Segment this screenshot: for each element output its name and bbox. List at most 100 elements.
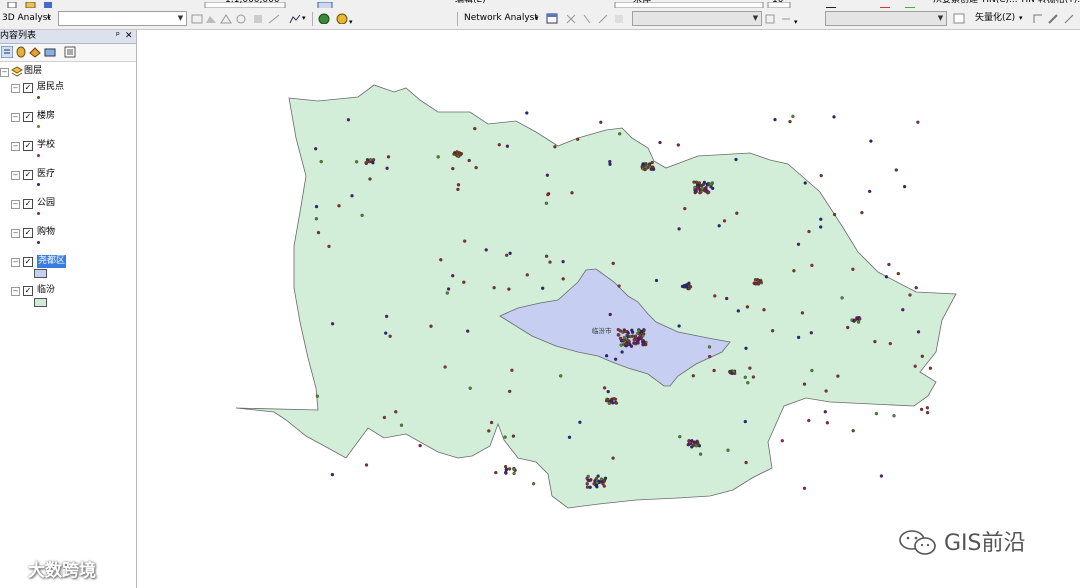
- layer-name[interactable]: 医疗: [37, 168, 55, 181]
- poi-point[interactable]: [544, 254, 549, 258]
- poi-point[interactable]: [531, 482, 536, 486]
- poi-point[interactable]: [832, 212, 837, 217]
- poi-point[interactable]: [916, 120, 920, 124]
- poi-point[interactable]: [559, 374, 563, 378]
- poi-point[interactable]: [622, 329, 627, 334]
- collapse-toggle-icon[interactable]: −: [11, 200, 20, 209]
- poi-point[interactable]: [505, 144, 510, 148]
- poi-point[interactable]: [635, 340, 639, 345]
- poi-point[interactable]: [756, 282, 761, 286]
- layer-visibility-checkbox[interactable]: ✓: [23, 112, 33, 122]
- poi-point[interactable]: [700, 183, 704, 188]
- collapse-toggle-icon[interactable]: −: [0, 68, 9, 77]
- poi-point[interactable]: [677, 324, 681, 328]
- poi-point[interactable]: [641, 162, 645, 167]
- poi-point[interactable]: [354, 160, 359, 164]
- layer-row[interactable]: − ✓ 临汾: [0, 284, 135, 297]
- poi-point[interactable]: [618, 132, 622, 136]
- poi-point[interactable]: [384, 314, 389, 319]
- poi-point[interactable]: [654, 278, 659, 283]
- layer-visibility-checkbox[interactable]: ✓: [23, 170, 33, 180]
- poi-point[interactable]: [902, 184, 907, 189]
- layer-name[interactable]: 居民点: [37, 81, 64, 94]
- poi-point[interactable]: [888, 341, 892, 346]
- vectorize-window-icon[interactable]: [953, 13, 965, 24]
- poi-point[interactable]: [791, 114, 795, 119]
- poi-point[interactable]: [436, 155, 440, 159]
- poi-point[interactable]: [599, 120, 603, 124]
- poi-point[interactable]: [588, 485, 592, 489]
- poi-point[interactable]: [734, 157, 738, 162]
- poi-point[interactable]: [541, 286, 545, 290]
- poi-point[interactable]: [595, 485, 599, 489]
- network-solve-icon[interactable]: [597, 13, 609, 24]
- layer-name[interactable]: 临汾: [37, 284, 55, 297]
- poi-point[interactable]: [474, 165, 478, 170]
- poi-point[interactable]: [418, 443, 422, 448]
- tin-raster-label[interactable]: TIN 转栅格(T)...: [1020, 0, 1080, 8]
- poi-point[interactable]: [624, 342, 628, 346]
- poi-point[interactable]: [544, 201, 549, 205]
- poi-point[interactable]: [613, 357, 618, 361]
- poi-point[interactable]: [698, 191, 702, 195]
- poi-point[interactable]: [823, 410, 827, 414]
- edit-menu-partial[interactable]: 编辑(E): [455, 0, 486, 8]
- poi-point[interactable]: [796, 242, 801, 246]
- poi-point[interactable]: [382, 415, 387, 420]
- poi-point[interactable]: [632, 338, 636, 342]
- poi-point[interactable]: [368, 177, 372, 181]
- poi-point[interactable]: [614, 401, 619, 405]
- poi-point[interactable]: [364, 161, 368, 165]
- poi-point[interactable]: [887, 262, 891, 267]
- poi-point[interactable]: [753, 278, 758, 282]
- poi-point[interactable]: [525, 273, 529, 277]
- poi-point[interactable]: [874, 411, 879, 416]
- poi-point[interactable]: [512, 467, 516, 472]
- poi-point[interactable]: [616, 333, 620, 337]
- vectorize-dropdown-icon[interactable]: ▾: [1019, 11, 1023, 26]
- poi-point[interactable]: [364, 463, 369, 467]
- poi-point[interactable]: [594, 477, 598, 481]
- poi-point[interactable]: [585, 482, 589, 486]
- collapse-toggle-icon[interactable]: −: [11, 113, 20, 122]
- poi-point[interactable]: [618, 336, 623, 341]
- poi-point[interactable]: [708, 354, 712, 359]
- poi-point[interactable]: [743, 419, 747, 424]
- poi-point[interactable]: [585, 485, 590, 489]
- network-directions-icon[interactable]: [780, 13, 792, 24]
- map-view[interactable]: 临汾市: [138, 30, 1080, 588]
- poi-point[interactable]: [744, 346, 748, 350]
- poi-point[interactable]: [914, 286, 918, 290]
- layer-visibility-checkbox[interactable]: ✓: [23, 286, 33, 296]
- poi-point[interactable]: [508, 389, 512, 394]
- close-icon[interactable]: ✕: [125, 30, 133, 43]
- poi-point[interactable]: [743, 375, 747, 379]
- poi-point[interactable]: [643, 167, 647, 172]
- poi-point[interactable]: [691, 443, 696, 447]
- poi-point[interactable]: [484, 248, 488, 252]
- layer-name[interactable]: 尧都区: [37, 255, 67, 268]
- poi-point[interactable]: [916, 330, 921, 334]
- poi-point[interactable]: [686, 282, 691, 286]
- poi-point[interactable]: [640, 329, 644, 334]
- poi-point[interactable]: [732, 369, 736, 374]
- list-by-selection-icon[interactable]: [44, 46, 56, 58]
- poi-point[interactable]: [840, 296, 844, 300]
- poi-point[interactable]: [853, 318, 857, 322]
- trace-icon[interactable]: [1032, 13, 1044, 24]
- poi-point[interactable]: [693, 440, 697, 445]
- poi-point[interactable]: [810, 263, 814, 268]
- poi-point[interactable]: [744, 460, 748, 465]
- poi-point[interactable]: [851, 429, 855, 433]
- poi-point[interactable]: [683, 206, 687, 211]
- poi-point[interactable]: [698, 452, 703, 456]
- layer-row[interactable]: − ✓ 尧都区: [0, 255, 135, 268]
- poi-point[interactable]: [630, 328, 634, 332]
- 3d-tool-icon[interactable]: [191, 13, 203, 24]
- poi-point[interactable]: [503, 435, 507, 439]
- poi-point[interactable]: [879, 474, 884, 478]
- 3d-analyst-dropdown-icon[interactable]: ▾: [47, 11, 51, 26]
- list-by-drawing-order-icon[interactable]: [1, 46, 13, 58]
- poi-point[interactable]: [462, 280, 466, 284]
- layer-visibility-checkbox[interactable]: ✓: [23, 228, 33, 238]
